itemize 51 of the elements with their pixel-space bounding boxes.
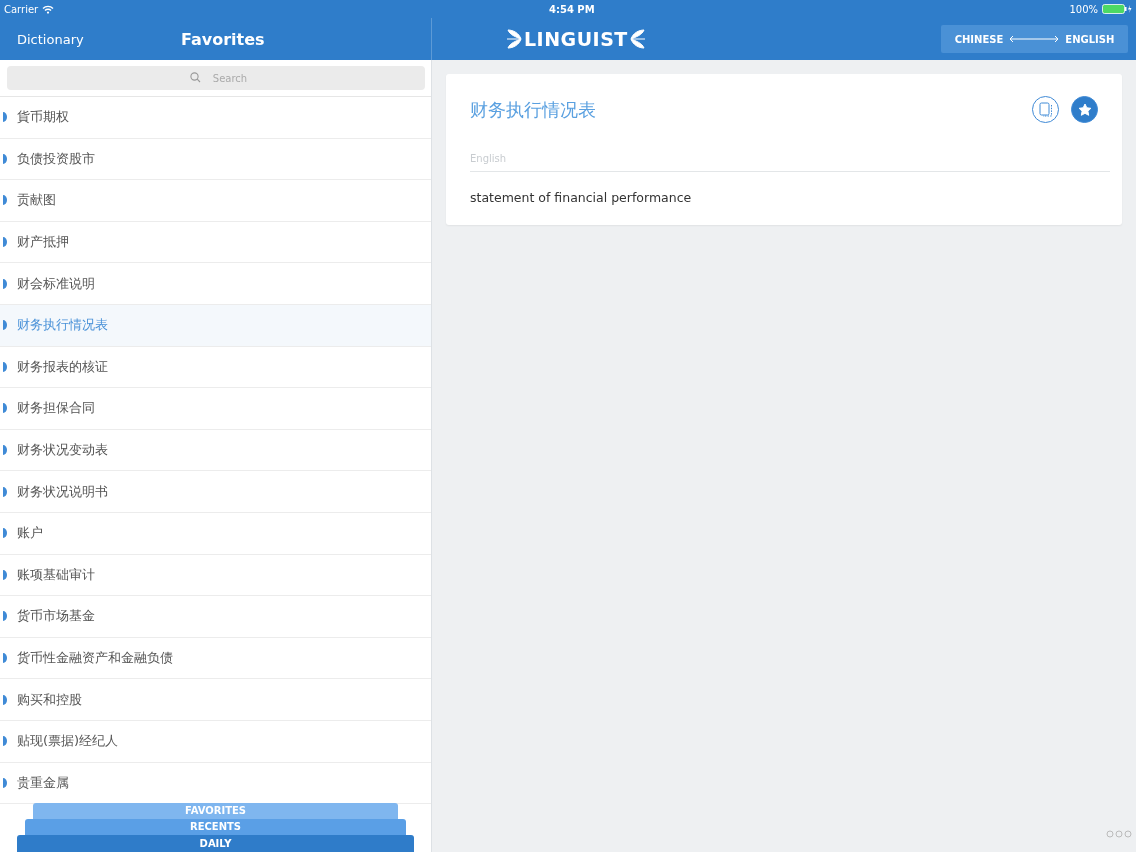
more-icon[interactable] [1106,830,1132,838]
star-icon [1077,102,1092,117]
double-arrow-icon [1009,35,1060,43]
bullet-icon [3,153,7,164]
bullet-icon [3,195,7,206]
translation-text: statement of financial performance [470,190,693,205]
bullet-icon [3,736,7,747]
bullet-icon [3,653,7,663]
bullet-icon [3,486,7,497]
term-list-item[interactable]: 账户 [0,512,431,555]
bullet-icon [3,445,7,456]
term-list-item[interactable]: 财务状况说明书 [0,471,431,513]
bullet-icon [3,278,7,289]
bullet-icon [3,112,7,123]
page-title: Favorites [181,29,265,49]
term-list-item[interactable]: 购买和控股 [0,679,431,721]
term-list-item[interactable]: 财务报表的核证 [0,346,431,389]
term-list-item[interactable]: 负债投资股市 [0,138,431,181]
bullet-icon [3,320,7,331]
status-time: 4:54 PM [549,3,595,15]
dictionary-link[interactable]: Dictionary [0,31,181,47]
term-list-item[interactable]: 货币性金融资产和金融负债 [0,637,431,680]
term-list-item[interactable]: 贡献图 [0,180,431,222]
battery-percent: 100% [1069,3,1098,15]
copy-icon [1038,101,1053,118]
search-icon [190,72,201,83]
bullet-icon [3,777,7,788]
wifi-icon [42,4,55,14]
term-list-item[interactable]: 财务状况变动表 [0,429,431,472]
bullet-icon [3,528,7,539]
bullet-icon [3,569,7,580]
favorite-button[interactable] [1071,96,1098,123]
bullet-icon [3,403,7,414]
term-list-item[interactable]: 财产抵押 [0,221,431,264]
bottom-tab[interactable]: DAILY [17,835,414,852]
battery-icon [1102,4,1132,14]
term-list-item[interactable]: 贴现(票据)经纪人 [0,720,431,763]
bullet-icon [3,237,7,248]
bullet-icon [3,361,7,372]
app-logo: LINGUIST [524,28,628,50]
search-field[interactable]: Search [7,66,425,90]
copy-button[interactable] [1032,96,1059,123]
entry-term: 财务执行情况表 [470,97,596,122]
term-list-item[interactable]: 财会标准说明 [0,263,431,305]
carrier-label: Carrier [4,3,39,15]
term-list-item[interactable]: 貨币期权 [0,97,431,139]
bullet-icon [3,694,7,705]
term-list-item[interactable]: 账项基础审计 [0,554,431,597]
term-list-item[interactable]: 财务担保合同 [0,388,431,430]
term-list-item[interactable]: 货币市场基金 [0,596,431,638]
bullet-icon [3,611,7,622]
